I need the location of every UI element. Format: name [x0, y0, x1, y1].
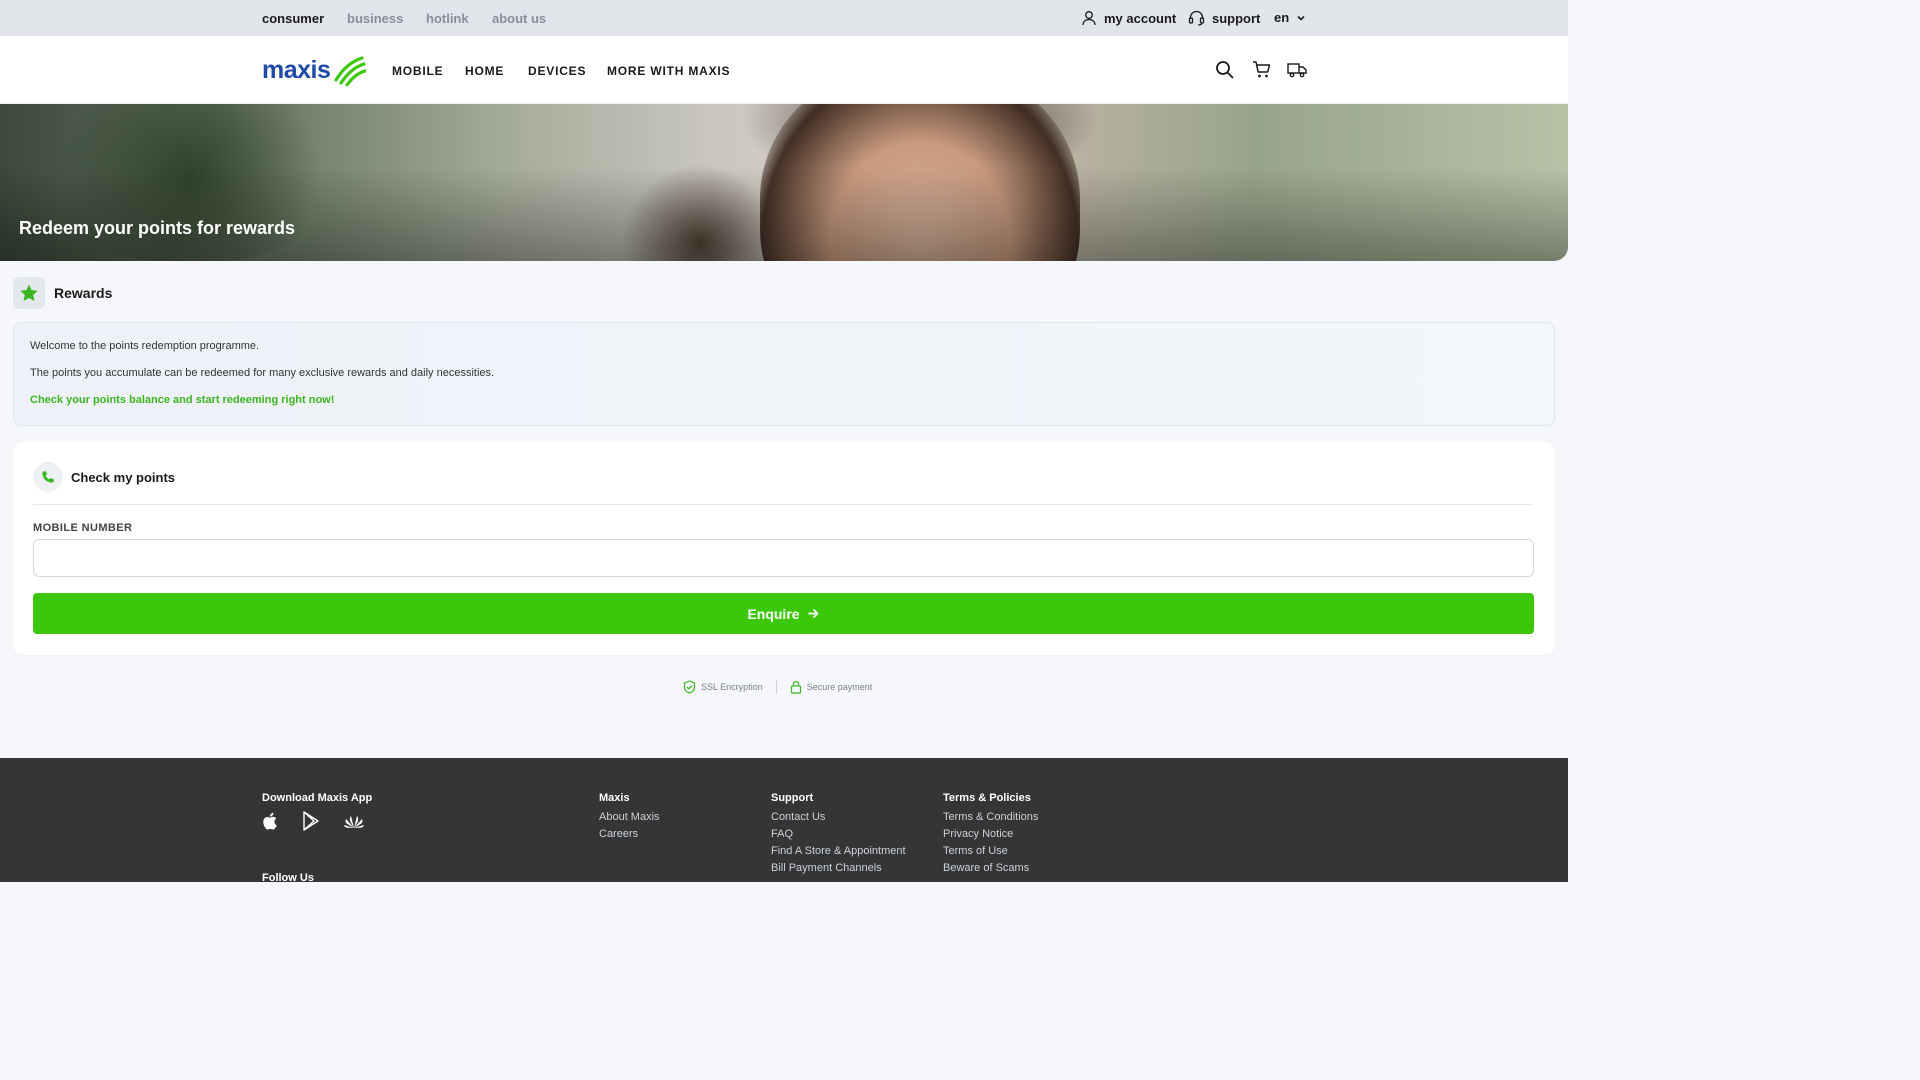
star-icon — [20, 284, 38, 302]
maxis-swirl-icon — [334, 56, 367, 86]
footer-link-careers[interactable]: Careers — [599, 828, 660, 840]
info-box: Welcome to the points redemption program… — [13, 322, 1555, 426]
nav-home[interactable]: HOME — [465, 64, 504, 78]
secure-payment-badge: Secure payment — [790, 680, 873, 694]
enquire-label: Enquire — [747, 605, 800, 622]
nav-more-with-maxis[interactable]: MORE WITH MAXIS — [607, 64, 730, 78]
card-title: Check my points — [71, 469, 176, 485]
secure-payment-label: Secure payment — [806, 682, 873, 692]
footer-col-title: Terms & Policies — [943, 792, 1031, 804]
footer-link-find-store[interactable]: Find A Store & Appointment — [771, 845, 906, 857]
footer-col-title: Support — [771, 792, 814, 804]
search-icon[interactable] — [1215, 60, 1234, 79]
main-navigation: maxis MOBILE HOME DEVICES MORE WITH MAXI… — [0, 36, 1568, 104]
headset-icon — [1188, 10, 1205, 26]
app-store-icons — [262, 811, 372, 831]
apple-icon[interactable] — [262, 811, 280, 831]
ssl-label: SSL Encryption — [701, 682, 763, 692]
info-description-text: The points you accumulate can be redeeme… — [30, 367, 495, 379]
security-badges: SSL Encryption Secure payment — [683, 680, 872, 694]
security-divider — [775, 680, 777, 694]
my-account-label: my account — [1104, 10, 1177, 26]
arrow-right-icon — [807, 609, 818, 618]
footer-link-contact-us[interactable]: Contact Us — [771, 811, 906, 823]
footer-col-terms: Terms & Policies Terms & Conditions Priv… — [943, 792, 1038, 879]
nav-mobile[interactable]: MOBILE — [392, 64, 443, 78]
user-icon — [1082, 11, 1096, 26]
footer: Download Maxis App Maxis About Maxis Car… — [0, 758, 1568, 884]
footer-link-beware-of-scams[interactable]: Beware of Scams — [943, 862, 1038, 874]
footer-link-about-maxis[interactable]: About Maxis — [599, 811, 660, 823]
card-divider — [33, 504, 1534, 505]
hero-banner: Redeem your points for rewards — [0, 104, 1568, 261]
google-play-icon[interactable] — [302, 811, 320, 831]
support-link[interactable]: support — [1188, 10, 1260, 26]
check-points-card: Check my points MOBILE NUMBER Enquire — [13, 442, 1555, 655]
segment-business[interactable]: business — [347, 11, 403, 26]
cart-icon[interactable] — [1252, 60, 1271, 79]
mobile-number-input[interactable] — [33, 539, 1534, 577]
delivery-truck-icon[interactable] — [1287, 60, 1307, 79]
footer-col-title: Maxis — [599, 792, 630, 804]
footer-download-app: Download Maxis App — [262, 792, 372, 831]
info-welcome-text: Welcome to the points redemption program… — [30, 340, 260, 352]
maxis-logo[interactable]: maxis — [262, 54, 367, 86]
download-app-title: Download Maxis App — [262, 792, 373, 804]
card-header: Check my points — [33, 462, 175, 492]
phone-icon — [42, 471, 54, 483]
footer-link-faq[interactable]: FAQ — [771, 828, 906, 840]
ssl-badge: SSL Encryption — [683, 680, 763, 694]
follow-us-title: Follow Us — [262, 872, 314, 884]
footer-link-terms-conditions[interactable]: Terms & Conditions — [943, 811, 1038, 823]
support-label: support — [1212, 10, 1261, 26]
footer-link-terms-of-use[interactable]: Terms of Use — [943, 845, 1038, 857]
footer-link-privacy-notice[interactable]: Privacy Notice — [943, 828, 1038, 840]
enquire-button[interactable]: Enquire — [33, 593, 1534, 634]
footer-col-maxis: Maxis About Maxis Careers — [599, 792, 660, 845]
logo-wordmark: maxis — [262, 55, 331, 84]
chevron-down-icon — [1297, 15, 1305, 21]
footer-col-support: Support Contact Us FAQ Find A Store & Ap… — [771, 792, 906, 879]
language-label: en — [1274, 10, 1290, 25]
language-selector[interactable]: en — [1274, 10, 1306, 25]
footer-link-bill-payment[interactable]: Bill Payment Channels — [771, 862, 906, 874]
shield-check-icon — [683, 680, 696, 694]
segment-about-us[interactable]: about us — [492, 11, 546, 26]
nav-devices[interactable]: DEVICES — [528, 64, 586, 78]
info-cta-text: Check your points balance and start rede… — [30, 394, 335, 406]
mobile-number-label: MOBILE NUMBER — [33, 522, 133, 534]
lock-icon — [790, 680, 801, 694]
rewards-badge — [13, 277, 45, 309]
my-account-link[interactable]: my account — [1081, 10, 1176, 26]
phone-badge — [33, 462, 63, 492]
hero-title: Redeem your points for rewards — [19, 218, 296, 238]
segment-hotlink[interactable]: hotlink — [426, 11, 469, 26]
huawei-appgallery-icon[interactable] — [342, 811, 366, 831]
rewards-heading: Rewards — [13, 277, 112, 309]
rewards-label: Rewards — [54, 285, 113, 301]
segment-consumer[interactable]: consumer — [262, 11, 324, 26]
top-utility-bar: consumer business hotlink about us my ac… — [0, 0, 1568, 36]
